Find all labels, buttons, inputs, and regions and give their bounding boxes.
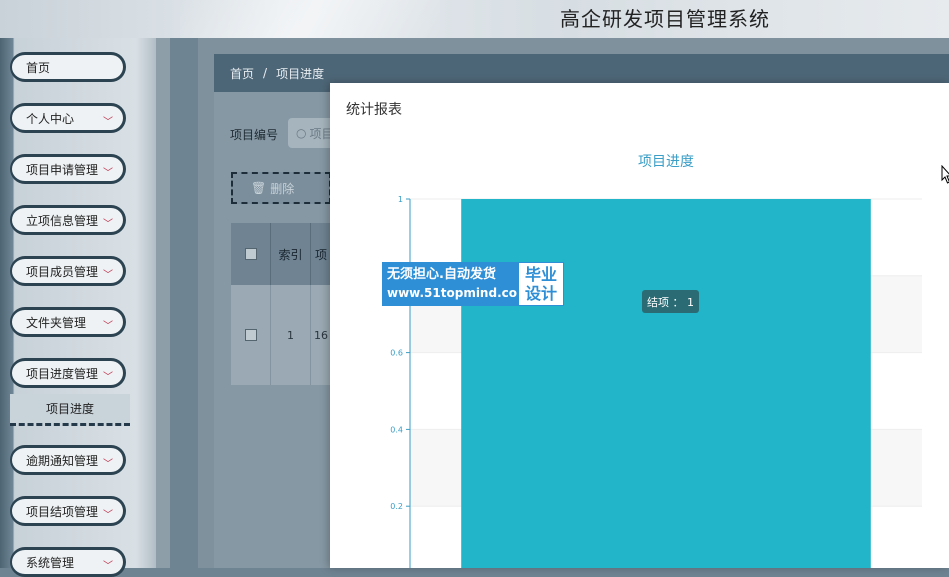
sidebar-item-label: 项目进度管理 <box>26 366 99 381</box>
chevron-down-icon: ﹀ <box>103 561 113 572</box>
watermark-url: www.51topmind.com <box>387 286 530 300</box>
delete-button[interactable]: 🗑 删除 <box>231 172 331 204</box>
mouse-cursor-icon <box>941 165 949 184</box>
breadcrumb-home[interactable]: 首页 <box>230 65 254 82</box>
chart-tooltip: 结项 ： 1 <box>642 290 699 313</box>
y-tick-label: 0.6 <box>390 349 403 358</box>
sidebar-item-project-establishment[interactable]: 立项信息管理 ﹀ <box>10 205 126 235</box>
delete-label: 删除 <box>270 181 295 196</box>
chevron-down-icon: ﹀ <box>103 117 113 128</box>
column-header-index: 索引 <box>271 223 311 285</box>
y-tick-label: 0.4 <box>390 425 403 434</box>
bar-结项 <box>461 199 871 568</box>
sidebar-item-project-completion[interactable]: 项目结项管理 ﹀ <box>10 496 126 526</box>
sidebar-item-label: 文件夹管理 <box>26 315 87 330</box>
watermark-badge-line2: 设计 <box>524 284 557 303</box>
sidebar-item-label: 项目成员管理 <box>26 264 99 279</box>
sidebar-item-folders[interactable]: 文件夹管理 ﹀ <box>10 307 126 337</box>
row-checkbox[interactable] <box>244 329 257 341</box>
sidebar-subitem-project-progress[interactable]: 项目进度 <box>10 394 130 426</box>
sidebar-item-overdue-notice[interactable]: 逾期通知管理 ﹀ <box>10 445 126 475</box>
sidebar-item-label: 立项信息管理 <box>26 213 99 228</box>
search-icon: ○ <box>296 126 307 140</box>
app-title: 高企研发项目管理系统 <box>560 7 770 31</box>
statistics-modal: 统计报表 项目进度 0.20.40.60.81 <box>330 83 949 568</box>
y-tick-label: 1 <box>398 195 403 204</box>
row-checkbox-cell[interactable] <box>231 285 271 385</box>
top-header: 高企研发项目管理系统 <box>0 0 949 38</box>
select-all-checkbox[interactable] <box>244 248 257 260</box>
table-cell-index: 1 <box>271 285 311 385</box>
sidebar-item-project-application[interactable]: 项目申请管理 ﹀ <box>10 154 126 184</box>
data-table: 索引 项 1 16 <box>231 223 331 385</box>
sidebar-divider <box>156 38 170 568</box>
sidebar-item-label: 项目结项管理 <box>26 504 99 519</box>
sidebar-item-project-progress[interactable]: 项目进度管理 ﹀ <box>10 358 126 388</box>
breadcrumb-separator: / <box>263 66 268 80</box>
column-header-project: 项 <box>314 247 327 262</box>
watermark-badge: 毕业 设计 <box>518 262 564 306</box>
project-number-label: 项目编号 <box>230 128 279 142</box>
watermark: 无须担心.自动发货 www.51topmind.com 毕业 设计 <box>382 262 564 306</box>
breadcrumb-current: 项目进度 <box>276 66 325 81</box>
sidebar-item-project-members[interactable]: 项目成员管理 ﹀ <box>10 256 126 286</box>
sidebar-item-label: 首页 <box>26 60 51 75</box>
chevron-down-icon: ﹀ <box>103 459 113 470</box>
watermark-slogan: 无须担心.自动发货 <box>387 267 496 282</box>
sidebar-item-home[interactable]: 首页 <box>10 52 126 82</box>
watermark-text-block: 无须担心.自动发货 www.51topmind.com <box>382 262 530 306</box>
select-all-checkbox-cell[interactable] <box>231 223 271 285</box>
header-decoration <box>180 0 440 38</box>
chevron-down-icon: ﹀ <box>103 168 113 179</box>
sidebar-item-label: 逾期通知管理 <box>26 453 99 468</box>
table-cell-project: 16 <box>314 328 328 342</box>
watermark-badge-line1: 毕业 <box>524 265 557 284</box>
sidebar-item-label: 个人中心 <box>26 111 75 126</box>
chevron-down-icon: ﹀ <box>103 321 113 332</box>
chevron-down-icon: ﹀ <box>103 372 113 383</box>
chevron-down-icon: ﹀ <box>103 270 113 281</box>
bar-chart: 0.20.40.60.81 <box>390 195 922 568</box>
chevron-down-icon: ﹀ <box>103 219 113 230</box>
sidebar-item-personal-center[interactable]: 个人中心 ﹀ <box>10 103 126 133</box>
y-tick-label: 0.2 <box>390 502 403 511</box>
chevron-down-icon: ﹀ <box>103 510 113 521</box>
trash-icon: 🗑 <box>251 181 267 195</box>
sidebar-item-label: 项目申请管理 <box>26 162 99 177</box>
sidebar-item-system[interactable]: 系统管理 ﹀ <box>10 547 126 577</box>
